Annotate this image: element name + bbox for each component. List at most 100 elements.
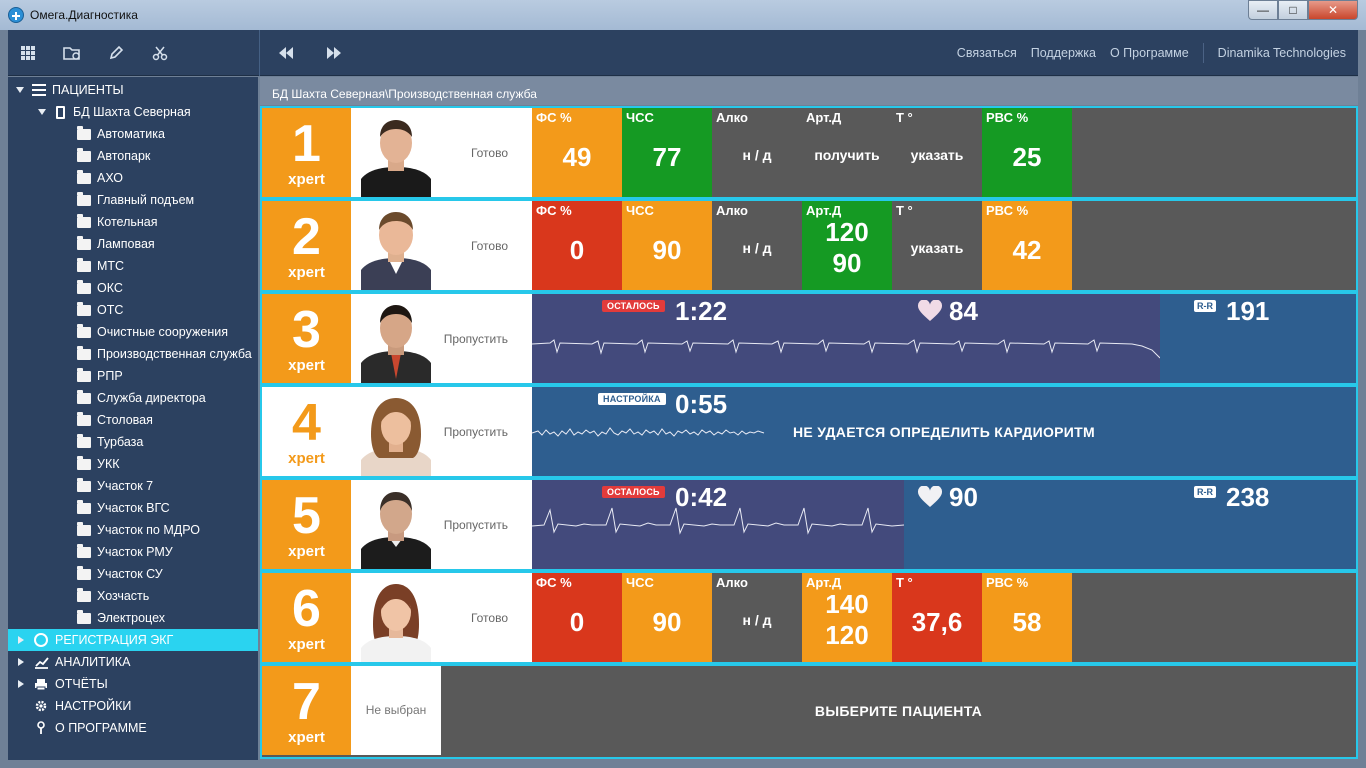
- tree-folder-item[interactable]: Служба директора: [8, 387, 258, 409]
- folder-icon: [77, 609, 91, 624]
- slot-status[interactable]: Готово: [471, 201, 508, 290]
- tree-folder-item[interactable]: Хозчасть: [8, 585, 258, 607]
- get-bp-button[interactable]: получить: [802, 108, 892, 197]
- edit-pencil-icon[interactable]: [106, 43, 126, 63]
- patient-slot-7[interactable]: 7 xpert Не выбран ВЫБЕРИТЕ ПАЦИЕНТА: [260, 664, 1358, 759]
- slot-status[interactable]: Готово: [471, 573, 508, 662]
- tree-folder-label: МТС: [97, 259, 125, 273]
- bp-cell: Арт.Д 120 90: [802, 201, 892, 290]
- patient-slot-5[interactable]: 5 xpert Пропустить ОСТАЛОСЬ 0:42 90 R-R 2…: [260, 478, 1358, 571]
- rr-value: 191: [1226, 296, 1270, 326]
- rvs-cell: РВС % 58: [982, 573, 1072, 662]
- tree-folder-item[interactable]: ОТС: [8, 299, 258, 321]
- skip-button[interactable]: Пропустить: [444, 387, 508, 476]
- skip-button[interactable]: Пропустить: [444, 480, 508, 569]
- ecg-trace-panel: ОСТАЛОСЬ 0:42: [532, 480, 904, 569]
- fs-cell: ФС % 0: [532, 201, 622, 290]
- tree-folder-item[interactable]: Автопарк: [8, 145, 258, 167]
- temp-cell[interactable]: Т ° указать: [892, 108, 982, 197]
- sidebar-item-ecg-registration[interactable]: РЕГИСТРАЦИЯ ЭКГ: [8, 629, 258, 651]
- tree-folder-item[interactable]: Участок СУ: [8, 563, 258, 585]
- patient-photo-area[interactable]: Готово: [351, 201, 532, 290]
- tree-folder-item[interactable]: Ламповая: [8, 233, 258, 255]
- folder-icon: [77, 521, 91, 536]
- tree-db-node[interactable]: БД Шахта Северная: [8, 101, 258, 123]
- tree-folder-item[interactable]: Главный подъем: [8, 189, 258, 211]
- set-temp-button[interactable]: указать: [892, 201, 982, 290]
- slot-status[interactable]: Готово: [471, 108, 508, 197]
- tree-folder-item[interactable]: Участок по МДРО: [8, 519, 258, 541]
- collapse-arrow-icon[interactable]: [16, 87, 24, 93]
- select-patient-button[interactable]: ВЫБЕРИТЕ ПАЦИЕНТА: [441, 666, 1356, 755]
- tree-folder-item[interactable]: АХО: [8, 167, 258, 189]
- tree-folder-item[interactable]: Турбаза: [8, 431, 258, 453]
- timer-value: 0:55: [675, 389, 728, 419]
- expand-arrow-icon[interactable]: [18, 636, 24, 644]
- temp-cell[interactable]: Т ° указать: [892, 201, 982, 290]
- tree-folder-label: Электроцех: [97, 611, 165, 625]
- tree-folder-item[interactable]: Участок РМУ: [8, 541, 258, 563]
- scissors-icon[interactable]: [150, 43, 170, 63]
- patient-photo-area[interactable]: Пропустить: [351, 480, 532, 569]
- heart-rate-value: 84: [949, 296, 978, 326]
- expand-arrow-icon[interactable]: [18, 658, 24, 666]
- patient-slot-6[interactable]: 6 xpert Готово ФС % 0 ЧСС 90 Алко н / д Арт.…: [260, 571, 1358, 664]
- patient-slot-4[interactable]: 4 xpert Пропустить НАСТРОЙКА 0:55 НЕ УДАЕ…: [260, 385, 1358, 478]
- tree-folder-item[interactable]: Столовая: [8, 409, 258, 431]
- slot-number: 7 xpert: [262, 666, 351, 755]
- tree-folder-item[interactable]: Производственная служба: [8, 343, 258, 365]
- tree-folder-item[interactable]: Автоматика: [8, 123, 258, 145]
- patient-photo-area[interactable]: Пропустить: [351, 387, 532, 476]
- sidebar-item-patients[interactable]: ПАЦИЕНТЫ: [8, 79, 258, 101]
- sidebar: ПАЦИЕНТЫ БД Шахта Северная Автоматика Авт…: [8, 77, 258, 760]
- patient-photo-area[interactable]: Готово: [351, 573, 532, 662]
- tree-folder-label: Хозчасть: [97, 589, 150, 603]
- sidebar-item-settings[interactable]: НАСТРОЙКИ: [8, 695, 258, 717]
- folder-add-icon[interactable]: [62, 43, 82, 63]
- expand-arrow-icon[interactable]: [18, 680, 24, 688]
- set-temp-button[interactable]: указать: [892, 108, 982, 197]
- fast-forward-icon[interactable]: [324, 43, 344, 63]
- rewind-icon[interactable]: [276, 43, 296, 63]
- tree-folder-label: Турбаза: [97, 435, 144, 449]
- collapse-arrow-icon[interactable]: [38, 109, 46, 115]
- tree-folder-label: АХО: [97, 171, 123, 185]
- patient-slot-3[interactable]: 3 xpert Пропустить ОСТАЛОСЬ 1:22 84 R-R 1…: [260, 292, 1358, 385]
- tree-folder-item[interactable]: Котельная: [8, 211, 258, 233]
- tree-folder-label: Участок 7: [97, 479, 154, 493]
- tree-folder-label: Участок РМУ: [97, 545, 173, 559]
- alco-cell: Алко н / д: [712, 573, 802, 662]
- tree-folder-item[interactable]: Участок 7: [8, 475, 258, 497]
- about-link[interactable]: О Программе: [1110, 46, 1189, 60]
- tree-folder-item[interactable]: МТС: [8, 255, 258, 277]
- sidebar-item-label: ПАЦИЕНТЫ: [52, 83, 124, 97]
- patient-slot-2[interactable]: 2 xpert Готово ФС % 0 ЧСС 90 Алко н / д Арт.…: [260, 199, 1358, 292]
- tree-folder-item[interactable]: ОКС: [8, 277, 258, 299]
- skip-button[interactable]: Пропустить: [444, 294, 508, 383]
- sidebar-item-about[interactable]: О ПРОГРАММЕ: [8, 717, 258, 739]
- tree-folder-item[interactable]: Участок ВГС: [8, 497, 258, 519]
- tree-folder-item[interactable]: Очистные сооружения: [8, 321, 258, 343]
- maximize-button[interactable]: □: [1278, 0, 1308, 20]
- tree-folder-label: УКК: [97, 457, 120, 471]
- tree-folder-item[interactable]: Электроцех: [8, 607, 258, 629]
- support-link[interactable]: Поддержка: [1031, 46, 1096, 60]
- patient-slot-1[interactable]: 1 xpert Готово ФС % 49 ЧСС 77 Алко н / д Арт…: [260, 106, 1358, 199]
- folder-icon: [77, 587, 91, 602]
- patient-not-selected[interactable]: Не выбран: [351, 666, 441, 755]
- tree-folder-item[interactable]: РПР: [8, 365, 258, 387]
- sidebar-item-reports[interactable]: ОТЧЁТЫ: [8, 673, 258, 695]
- minimize-button[interactable]: —: [1248, 0, 1278, 20]
- close-button[interactable]: ✕: [1308, 0, 1358, 20]
- tree-folder-item[interactable]: УКК: [8, 453, 258, 475]
- contact-link[interactable]: Связаться: [957, 46, 1017, 60]
- bp-cell[interactable]: Арт.Д получить: [802, 108, 892, 197]
- vendor-link[interactable]: Dinamika Technologies: [1218, 46, 1346, 60]
- sidebar-item-analytics[interactable]: АНАЛИТИКА: [8, 651, 258, 673]
- grid-icon[interactable]: [18, 43, 38, 63]
- patient-photo-area[interactable]: Готово: [351, 108, 532, 197]
- patient-photo: [361, 487, 431, 569]
- ecg-trace-panel: НАСТРОЙКА 0:55 НЕ УДАЕТСЯ ОПРЕДЕЛИТЬ КАР…: [532, 387, 1356, 476]
- tree-folder-label: Очистные сооружения: [97, 325, 228, 339]
- patient-photo-area[interactable]: Пропустить: [351, 294, 532, 383]
